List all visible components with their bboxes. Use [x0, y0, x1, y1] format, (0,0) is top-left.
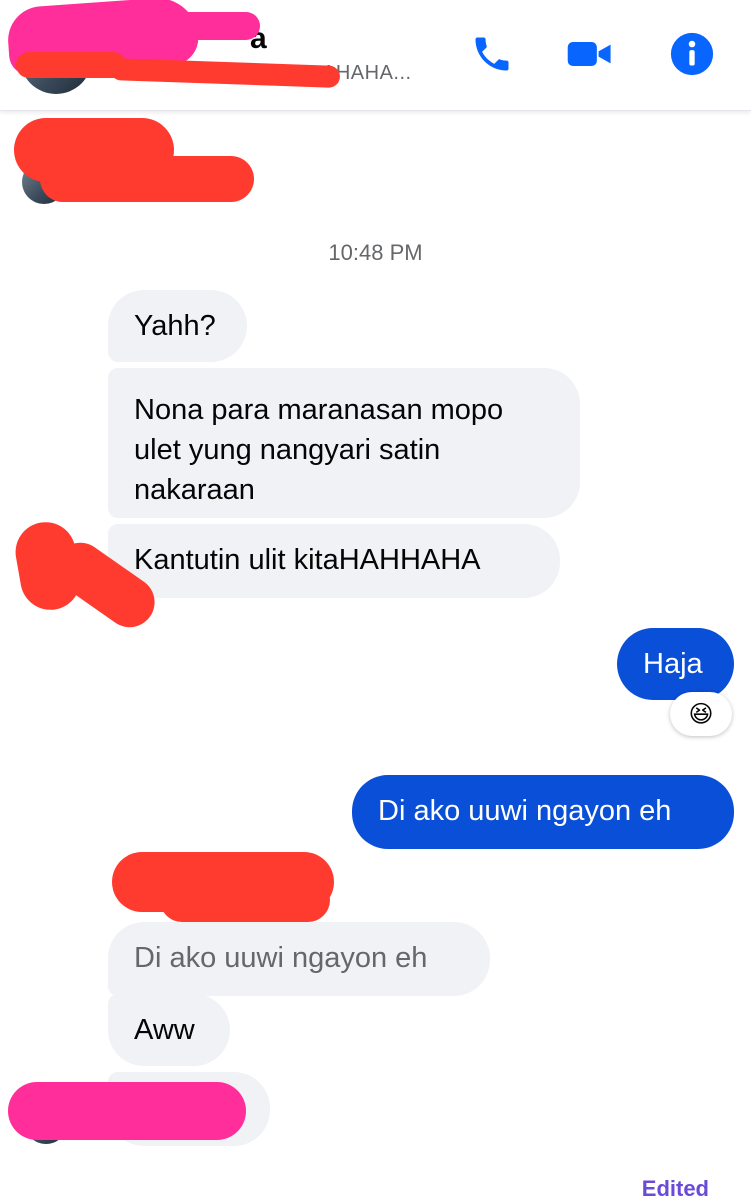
- chat-header: a AHAHA...: [0, 0, 751, 111]
- redaction-mark: [160, 878, 330, 922]
- incoming-message[interactable]: Yahh?: [108, 290, 247, 362]
- call-button[interactable]: [468, 30, 516, 78]
- edited-label: Edited: [641, 1176, 709, 1201]
- incoming-message[interactable]: Nona para maranasan mopo ulet yung nangy…: [108, 368, 580, 518]
- video-camera-icon: [567, 42, 611, 66]
- info-button[interactable]: [668, 30, 716, 78]
- redaction-mark: [109, 57, 341, 89]
- redaction-mark: [60, 12, 260, 40]
- incoming-message[interactable]: Kantutin ulit kitaHAHHAHA: [108, 524, 560, 598]
- redaction-mark: [16, 52, 126, 78]
- redaction-mark: [40, 156, 254, 202]
- info-icon: [670, 32, 714, 76]
- phone-icon: [475, 37, 509, 71]
- redaction-mark: [8, 1082, 246, 1140]
- message-timestamp: 10:48 PM: [328, 240, 423, 265]
- quoted-reply-message[interactable]: Di ako uuwi ngayon eh: [108, 922, 490, 996]
- video-call-button[interactable]: [566, 30, 614, 78]
- reaction-badge[interactable]: 😆: [670, 692, 732, 736]
- outgoing-message[interactable]: Haja: [617, 628, 734, 700]
- outgoing-message[interactable]: Di ako uuwi ngayon eh: [352, 775, 734, 849]
- incoming-message[interactable]: Aww: [108, 994, 230, 1066]
